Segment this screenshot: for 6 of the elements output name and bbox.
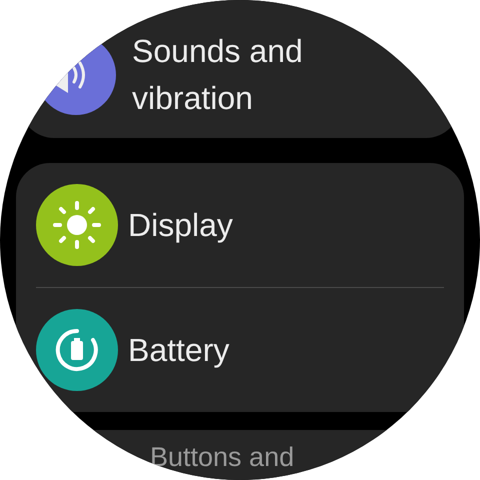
battery-icon	[55, 328, 99, 372]
setting-label[interactable]: Buttons and	[150, 442, 294, 472]
setting-label[interactable]: Sounds and vibration	[132, 28, 342, 122]
setting-label[interactable]: Display	[128, 202, 338, 248]
sun-icon	[52, 200, 102, 250]
setting-label[interactable]: Battery	[128, 326, 338, 374]
